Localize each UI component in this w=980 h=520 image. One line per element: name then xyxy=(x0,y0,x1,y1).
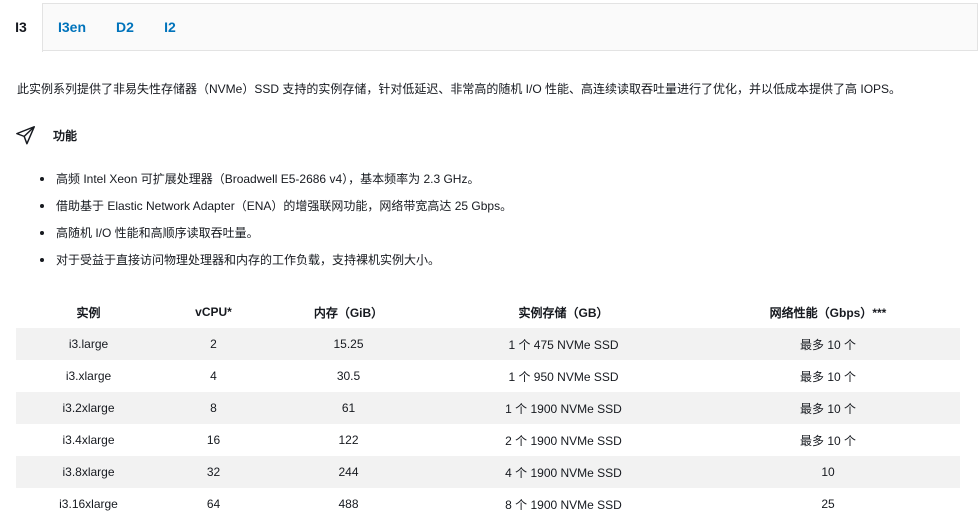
cell-instance: i3.16xlarge xyxy=(59,497,118,511)
cell-memory: 122 xyxy=(338,433,359,447)
cell-vcpu: 4 xyxy=(210,369,217,383)
cell-memory: 61 xyxy=(266,392,431,424)
cell-memory: 30.5 xyxy=(336,369,361,383)
cell-instance: i3.8xlarge xyxy=(16,456,161,488)
cell-storage: 1 个 950 NVMe SSD xyxy=(508,369,619,384)
cell-storage: 4 个 1900 NVMe SSD xyxy=(431,456,696,488)
table-row: i3.large 2 15.25 1 个 475 NVMe SSD 最多 10 … xyxy=(16,328,960,360)
tab-i3en[interactable]: I3en xyxy=(44,3,100,52)
family-description: 此实例系列提供了非易失性存储器（NVMe）SSD 支持的实例存储，针对低延迟、非… xyxy=(17,82,902,96)
table-row: i3.4xlarge 16 122 2 个 1900 NVMe SSD 最多 1… xyxy=(16,424,960,456)
feature-item: 高随机 I/O 性能和高顺序读取吞吐量。 xyxy=(40,225,512,252)
tab-d2[interactable]: D2 xyxy=(104,3,146,52)
table-row: i3.xlarge 4 30.5 1 个 950 NVMe SSD 最多 10 … xyxy=(16,360,960,392)
cell-vcpu: 32 xyxy=(161,456,266,488)
cell-memory: 244 xyxy=(266,456,431,488)
cell-network: 10 xyxy=(696,456,960,488)
cell-instance: i3.4xlarge xyxy=(62,433,115,447)
instance-family-tabs: I3 I3en D2 I2 xyxy=(0,3,978,52)
table-row: i3.2xlarge 8 61 1 个 1900 NVMe SSD 最多 10 … xyxy=(16,392,960,424)
table-header-row: 实例 vCPU* 内存（GiB） 实例存储（GB） 网络性能（Gbps）*** xyxy=(16,296,960,328)
cell-instance: i3.xlarge xyxy=(65,369,112,383)
table-row: i3.8xlarge 32 244 4 个 1900 NVMe SSD 10 xyxy=(16,456,960,488)
feature-item: 借助基于 Elastic Network Adapter（ENA）的增强联网功能… xyxy=(40,198,512,225)
col-header-instance: 实例 xyxy=(76,305,101,320)
cell-storage: 2 个 1900 NVMe SSD xyxy=(505,433,622,448)
tab-i2[interactable]: I2 xyxy=(151,3,189,52)
cell-vcpu: 2 xyxy=(161,328,266,360)
cell-instance: i3.large xyxy=(16,328,161,360)
col-header-network: 网络性能（Gbps）*** xyxy=(769,305,887,320)
cell-memory: 488 xyxy=(338,497,359,511)
table-row: i3.16xlarge 64 488 8 个 1900 NVMe SSD 25 xyxy=(16,488,960,520)
cell-storage: 1 个 1900 NVMe SSD xyxy=(431,392,696,424)
cell-network: 最多 10 个 xyxy=(696,328,960,360)
cell-instance: i3.2xlarge xyxy=(16,392,161,424)
features-list: 高频 Intel Xeon 可扩展处理器（Broadwell E5-2686 v… xyxy=(40,171,512,279)
tab-i3[interactable]: I3 xyxy=(0,3,43,52)
cell-network: 最多 10 个 xyxy=(799,369,857,384)
cell-network: 25 xyxy=(821,497,835,511)
cell-vcpu: 8 xyxy=(161,392,266,424)
cell-vcpu: 16 xyxy=(206,433,221,447)
instance-spec-table: 实例 vCPU* 内存（GiB） 实例存储（GB） 网络性能（Gbps）*** … xyxy=(16,296,960,520)
feature-item: 对于受益于直接访问物理处理器和内存的工作负载，支持裸机实例大小。 xyxy=(40,252,512,279)
cell-vcpu: 64 xyxy=(206,497,221,511)
cell-storage: 8 个 1900 NVMe SSD xyxy=(505,497,622,512)
col-header-storage: 实例存储（GB） xyxy=(518,305,609,320)
feature-item: 高频 Intel Xeon 可扩展处理器（Broadwell E5-2686 v… xyxy=(40,171,512,198)
features-title: 功能 xyxy=(53,129,78,143)
col-header-vcpu: vCPU* xyxy=(195,305,232,319)
col-header-memory: 内存（GiB） xyxy=(313,305,384,320)
cell-storage: 1 个 475 NVMe SSD xyxy=(431,328,696,360)
paper-plane-icon xyxy=(16,126,35,145)
cell-network: 最多 10 个 xyxy=(696,392,960,424)
cell-network: 最多 10 个 xyxy=(799,433,857,448)
cell-memory: 15.25 xyxy=(266,328,431,360)
